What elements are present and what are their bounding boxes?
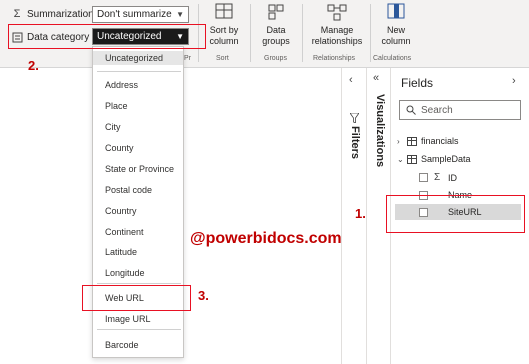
watermark-text: @powerbidocs.com <box>190 230 342 247</box>
new-column-icon <box>387 3 405 19</box>
table-name: SampleData <box>421 154 471 164</box>
dropdown-item[interactable]: Place <box>105 101 128 111</box>
manage-relationships-button[interactable]: Manage relationships <box>306 2 368 47</box>
sigma-icon: Σ <box>434 172 441 183</box>
dropdown-divider <box>97 71 181 72</box>
search-icon <box>406 105 416 115</box>
dropdown-item[interactable]: Continent <box>105 227 144 237</box>
collapse-chevron-icon[interactable]: ‹ <box>349 74 353 86</box>
relationships-label: Manage relationships <box>311 25 363 46</box>
step-label-3: 3. <box>198 288 209 303</box>
sort-button-label: Sort by column <box>209 25 239 46</box>
properties-group-label: Pr <box>184 55 191 62</box>
dropdown-item[interactable]: Address <box>105 80 138 90</box>
dropdown-item[interactable]: County <box>105 143 134 153</box>
dropdown-item[interactable]: Postal code <box>105 185 152 195</box>
ribbon-divider <box>250 4 251 62</box>
step-label-1: 1. <box>355 206 366 221</box>
sigma-icon: Σ <box>13 8 21 20</box>
dropdown-item[interactable]: Country <box>105 206 137 216</box>
dropdown-item[interactable]: Longitude <box>105 268 145 278</box>
field-checkbox[interactable] <box>419 173 428 182</box>
summarization-row: Σ Summarization <box>10 7 94 21</box>
sort-by-column-button[interactable]: Sort by column <box>203 2 245 47</box>
data-groups-label: Data groups <box>262 25 290 46</box>
fields-title: Fields <box>401 76 434 90</box>
step-label-2: 2. <box>28 58 39 73</box>
search-placeholder: Search <box>421 104 453 116</box>
field-name: ID <box>448 172 457 183</box>
chevron-right-icon: › <box>397 136 400 146</box>
groups-group-label: Groups <box>264 55 287 62</box>
data-groups-button[interactable]: Data groups <box>256 2 296 47</box>
data-category-dropdown: Uncategorized Address Place City County … <box>92 46 184 358</box>
sort-icon <box>215 3 233 19</box>
dropdown-item-selected[interactable]: Uncategorized <box>93 51 183 65</box>
dropdown-item[interactable]: Barcode <box>105 340 139 350</box>
summarization-label: Summarization <box>27 8 94 20</box>
dropdown-item[interactable]: Latitude <box>105 247 137 257</box>
chevron-down-icon: ▼ <box>176 10 184 19</box>
table-row-financials[interactable]: › financials <box>397 136 459 146</box>
table-row-sampledata[interactable]: ⌄ SampleData <box>397 154 471 164</box>
annotation-box-siteurl <box>386 195 525 233</box>
field-row-id[interactable]: Σ ID <box>419 172 457 183</box>
data-groups-icon <box>268 4 284 20</box>
dropdown-item[interactable]: City <box>105 122 121 132</box>
table-name: financials <box>421 136 459 146</box>
dropdown-divider <box>97 329 181 330</box>
fields-search-input[interactable]: Search <box>399 100 521 120</box>
table-icon <box>407 154 417 164</box>
visualizations-title[interactable]: Visualizations <box>374 94 386 167</box>
relationships-group-label: Relationships <box>313 55 356 62</box>
summarization-select[interactable]: Don't summarize ▼ <box>92 6 189 23</box>
chevron-right-icon[interactable]: › <box>512 75 516 87</box>
annotation-box-data-category <box>8 24 206 49</box>
table-icon <box>407 136 417 146</box>
double-chevron-icon[interactable]: « <box>373 72 379 84</box>
sort-group-label: Sort <box>216 55 229 62</box>
dropdown-divider <box>97 283 181 284</box>
ribbon-divider <box>302 4 303 62</box>
new-column-label: New column <box>381 25 411 46</box>
filters-title[interactable]: Filters <box>349 126 361 159</box>
relationships-icon <box>327 4 347 21</box>
new-column-button[interactable]: New column <box>376 2 416 47</box>
chevron-down-icon: ⌄ <box>397 154 404 164</box>
calculations-group-label: Calculations <box>373 55 412 62</box>
annotation-box-web-url <box>82 285 191 311</box>
dropdown-item[interactable]: Image URL <box>105 314 151 324</box>
summarization-value: Don't summarize <box>97 9 172 20</box>
ribbon-divider <box>370 4 371 62</box>
dropdown-item[interactable]: State or Province <box>105 164 174 174</box>
